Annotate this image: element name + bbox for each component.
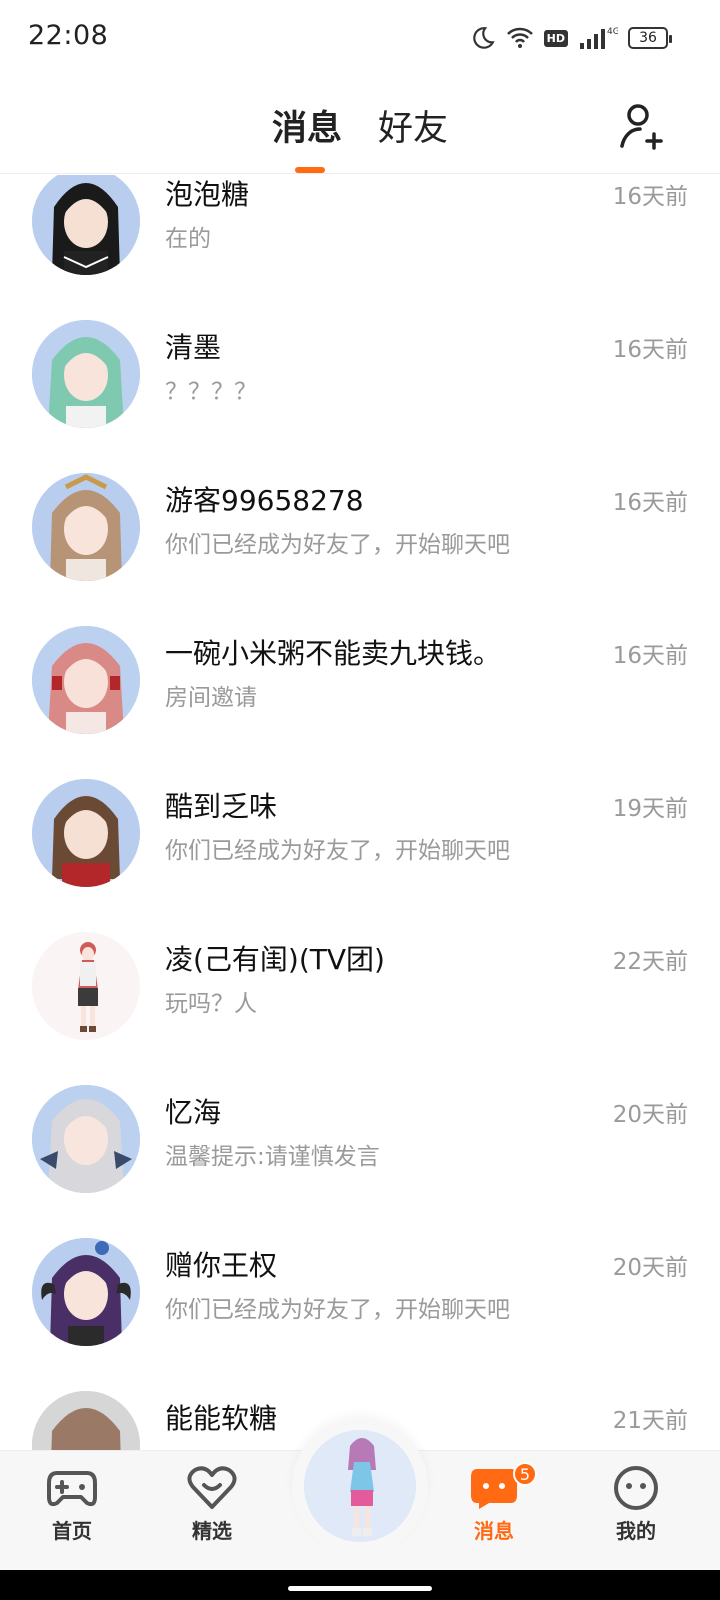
avatar[interactable] — [32, 1238, 140, 1346]
tab-messages[interactable]: 消息 — [272, 100, 342, 151]
nav-profile[interactable]: 我的 — [586, 1465, 686, 1544]
message-preview: 房间邀请 — [165, 685, 257, 711]
contact-name: 游客99658278 — [165, 484, 364, 517]
status-icons: HD 4G 36 — [470, 22, 672, 54]
wifi-icon — [506, 27, 533, 48]
message-time: 16天前 — [612, 184, 688, 210]
conversation-row[interactable]: 酷到乏味 你们已经成为好友了，开始聊天吧 19天前 — [0, 779, 720, 935]
status-time: 22:08 — [28, 20, 109, 51]
battery-level: 36 — [639, 30, 657, 46]
signal-icon: 4G — [580, 27, 618, 49]
contact-name: 一碗小米粥不能卖九块钱。 — [165, 637, 502, 670]
tab-friends[interactable]: 好友 — [378, 100, 448, 151]
contact-name: 凌(己有闺)(TV团) — [165, 943, 385, 976]
message-time: 20天前 — [612, 1255, 688, 1281]
message-time: 22天前 — [612, 949, 688, 975]
avatar[interactable] — [32, 779, 140, 887]
conversation-row[interactable]: 游客99658278 你们已经成为好友了，开始聊天吧 16天前 — [0, 473, 720, 629]
avatar[interactable] — [32, 175, 140, 275]
header: 消息 好友 — [0, 76, 720, 174]
avatar[interactable] — [32, 320, 140, 428]
battery-icon: 36 — [628, 27, 672, 49]
message-time: 19天前 — [612, 796, 688, 822]
active-tab-indicator — [295, 167, 325, 173]
nav-label: 精选 — [192, 1519, 232, 1543]
contact-name: 酷到乏味 — [165, 790, 278, 823]
conversation-row[interactable]: 泡泡糖 在的 16天前 — [0, 175, 720, 323]
message-preview: ？？？？ — [165, 379, 257, 405]
my-character-avatar[interactable] — [304, 1430, 416, 1542]
contact-name: 清墨 — [165, 331, 222, 364]
message-preview: 你们已经成为好友了，开始聊天吧 — [165, 1297, 510, 1323]
message-preview: 在的 — [165, 226, 211, 252]
contact-name: 赠你王权 — [165, 1249, 278, 1282]
status-bar: 22:08 HD 4G 36 — [0, 0, 720, 76]
chat-bubble-icon — [471, 1469, 517, 1509]
nav-home[interactable]: 首页 — [22, 1465, 122, 1544]
conversation-row[interactable]: 一碗小米粥不能卖九块钱。 房间邀请 16天前 — [0, 626, 720, 782]
gamepad-icon — [47, 1471, 97, 1507]
nav-label: 消息 — [474, 1519, 514, 1543]
avatar[interactable] — [32, 473, 140, 581]
heart-icon — [187, 1466, 237, 1509]
network-type: 4G — [607, 27, 618, 37]
face-icon — [614, 1466, 658, 1510]
message-preview: 温馨提示:请谨慎发言 — [165, 1144, 380, 1170]
contact-name: 忆海 — [165, 1096, 222, 1129]
message-preview: 玩吗？人 — [165, 991, 257, 1017]
contact-name: 泡泡糖 — [165, 178, 250, 211]
avatar[interactable] — [32, 1085, 140, 1193]
message-time: 16天前 — [612, 643, 688, 669]
home-gesture-bar[interactable] — [288, 1586, 432, 1591]
avatar[interactable] — [32, 1391, 140, 1450]
avatar[interactable] — [32, 626, 140, 734]
message-preview: 你们已经成为好友了，开始聊天吧 — [165, 838, 510, 864]
add-user-icon[interactable] — [618, 100, 670, 152]
conversation-row[interactable]: 忆海 温馨提示:请谨慎发言 20天前 — [0, 1085, 720, 1241]
conversation-list[interactable]: 泡泡糖 在的 16天前 清墨 ？？？？ 16天前 游客99658278 你们已经… — [0, 175, 720, 1450]
conversation-row[interactable]: 清墨 ？？？？ 16天前 — [0, 320, 720, 476]
hd-badge: HD — [543, 29, 568, 47]
unread-badge: 5 — [513, 1462, 537, 1486]
conversation-row[interactable]: 凌(己有闺)(TV团) 玩吗？人 22天前 — [0, 932, 720, 1088]
message-time: 21天前 — [612, 1408, 688, 1434]
contact-name: 能能软糖 — [165, 1402, 278, 1435]
avatar[interactable] — [32, 932, 140, 1040]
nav-label: 我的 — [616, 1519, 656, 1543]
gesture-area — [0, 1570, 720, 1600]
message-time: 20天前 — [612, 1102, 688, 1128]
conversation-row[interactable]: 赠你王权 你们已经成为好友了，开始聊天吧 20天前 — [0, 1238, 720, 1394]
nav-label: 首页 — [52, 1519, 92, 1543]
message-time: 16天前 — [612, 490, 688, 516]
moon-icon — [472, 27, 495, 49]
message-time: 16天前 — [612, 337, 688, 363]
message-preview: 你们已经成为好友了，开始聊天吧 — [165, 532, 510, 558]
nav-featured[interactable]: 精选 — [162, 1465, 262, 1544]
